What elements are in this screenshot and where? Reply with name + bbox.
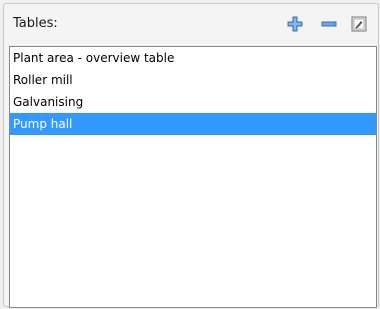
- add-table-button[interactable]: [286, 15, 304, 33]
- minus-icon: [321, 21, 337, 27]
- table-list-item-selected[interactable]: Pump hall: [10, 113, 376, 135]
- tables-title: Tables:: [13, 16, 58, 31]
- table-list-item[interactable]: Plant area - overview table: [10, 47, 376, 69]
- tables-group: Tables: Plant area - overview table Roll…: [3, 3, 379, 308]
- plus-icon: [287, 16, 303, 32]
- edit-table-button[interactable]: [350, 15, 368, 33]
- edit-icon: [351, 16, 367, 32]
- tables-list[interactable]: Plant area - overview table Roller mill …: [9, 46, 377, 308]
- tables-panel: Tables: Plant area - overview table Roll…: [0, 0, 380, 309]
- table-list-item[interactable]: Galvanising: [10, 91, 376, 113]
- remove-table-button[interactable]: [320, 15, 338, 33]
- tables-header: Tables:: [4, 4, 378, 44]
- table-list-item[interactable]: Roller mill: [10, 69, 376, 91]
